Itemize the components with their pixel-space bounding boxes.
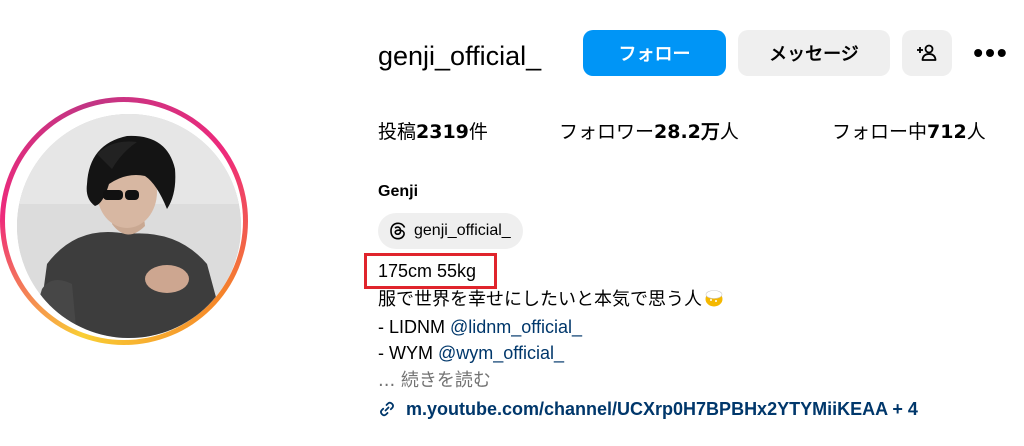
follow-button[interactable]: フォロー [583,30,726,76]
threads-badge[interactable]: genji_official_ [378,213,523,249]
posts-count: 投稿2319件 [378,116,488,148]
username: genji_official_ [378,41,542,71]
followers-count[interactable]: フォロワー28.2万人 [559,116,739,148]
following-unit: 人 [966,121,986,143]
mention-link-wym[interactable]: @wym_official_ [438,343,564,363]
posts-unit: 件 [468,121,488,143]
mention-link-lidnm[interactable]: @lidnm_official_ [450,317,582,337]
highlight-annotation [364,253,497,289]
bio-tagline: 服で世界を幸せにしたいと本気で思う人 [378,287,724,313]
external-link[interactable]: m.youtube.com/channel/UCXrp0H7BPBHx2YTYM… [378,396,918,422]
link-icon [380,401,394,417]
add-user-button[interactable] [902,30,952,76]
add-user-icon [917,44,937,61]
story-ring[interactable] [0,97,248,345]
followers-value: 28.2万 [654,121,720,143]
avatar[interactable] [17,114,241,338]
posts-label: 投稿 [378,121,417,143]
bio-brand-lidnm: - LIDNM @lidnm_official_ [378,314,582,340]
beer-emoji-icon [705,290,723,307]
profile-photo [17,114,241,338]
following-label: フォロー中 [832,121,928,143]
followers-label: フォロワー [559,121,655,143]
followers-unit: 人 [719,121,739,143]
external-link-text: m.youtube.com/channel/UCXrp0H7BPBHx2YTYM… [406,399,918,419]
avatar-gap [5,102,243,340]
more-options-button[interactable]: ••• [968,30,1014,76]
read-more-link[interactable]: ... 続きを読む [378,368,491,394]
message-button[interactable]: メッセージ [738,30,890,76]
following-count[interactable]: フォロー中712人 [832,116,986,148]
bio-brand-wym: - WYM @wym_official_ [378,340,564,366]
display-name: Genji [378,183,419,200]
threads-icon [390,222,406,240]
bio-tagline-text: 服で世界を幸せにしたいと本気で思う人 [378,289,702,310]
bio-brand-lidnm-text: - LIDNM [378,317,450,337]
following-value: 712 [927,121,967,143]
threads-handle: genji_official_ [414,222,511,239]
bio-brand-wym-text: - WYM [378,343,438,363]
posts-value: 2319 [416,121,469,143]
